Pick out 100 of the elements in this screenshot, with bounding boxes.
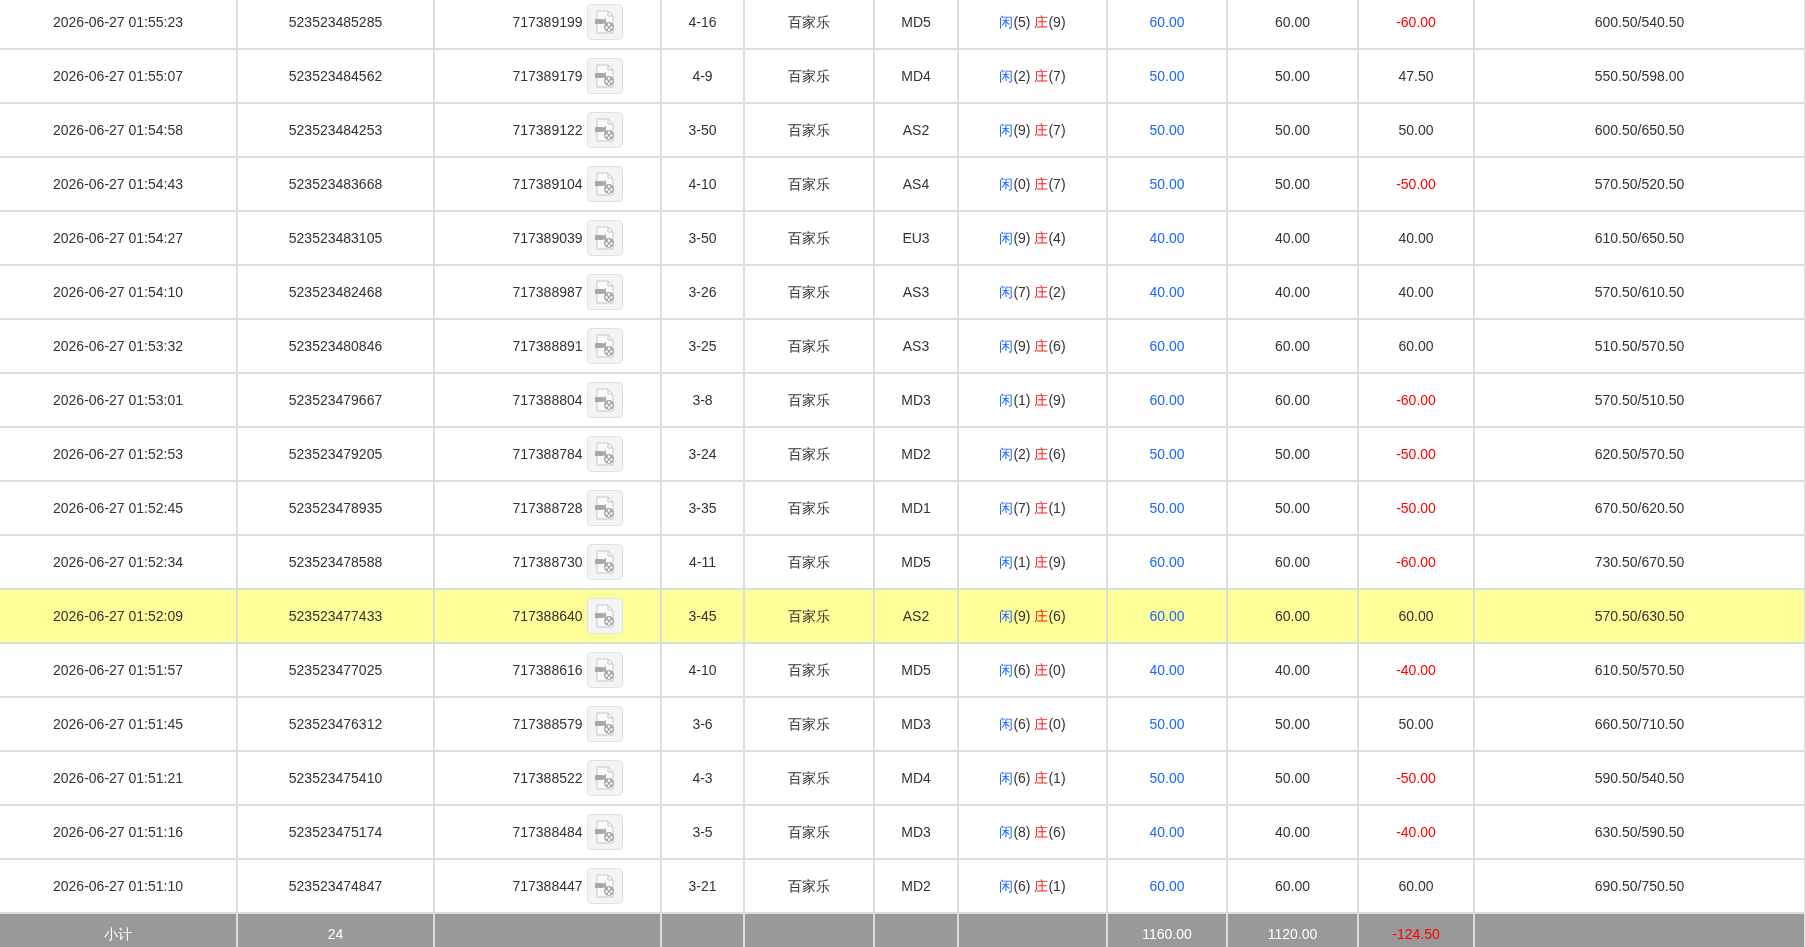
bet-amount-cell-text: 50.00	[1149, 498, 1185, 518]
valid-bet-cell-text: 60.00	[1274, 12, 1310, 32]
round-id-cell-text: 717388640	[512, 606, 583, 626]
win-loss-cell-text: -50.00	[1396, 444, 1436, 464]
video-file-icon[interactable]	[586, 436, 623, 472]
video-file-icon[interactable]	[586, 4, 623, 40]
bet-id-cell-text: 523523485285	[288, 12, 383, 32]
balance-cell-text: 610.50/570.50	[1594, 660, 1685, 680]
table-row[interactable]: 2026-06-27 01:52:45 523523478935 717388728 3-35 百家乐 MD1 闲(7) 庄(1) 50.00 50.00 -50.00 670.50/620.50	[0, 482, 1806, 536]
balance-cell-text: 570.50/520.50	[1594, 174, 1685, 194]
video-file-icon[interactable]	[586, 868, 623, 904]
balance-cell-text: 570.50/630.50	[1594, 606, 1685, 626]
valid-bet-cell-text: 60.00	[1274, 606, 1310, 626]
video-file-icon[interactable]	[586, 490, 623, 526]
video-file-icon[interactable]	[586, 652, 623, 688]
valid-bet-cell-text: 50.00	[1274, 498, 1310, 518]
table-row[interactable]: 2026-06-27 01:51:21 523523475410 717388522 4-3 百家乐 MD4 闲(6) 庄(1) 50.00 50.00 -50.00 590.50/540.50	[0, 752, 1806, 806]
table-row[interactable]: 2026-06-27 01:53:32 523523480846 717388891 3-25 百家乐 AS3 闲(9) 庄(6) 60.00 60.00 60.00 510.50/570.50	[0, 320, 1806, 374]
win-loss-cell-text: 60.00	[1398, 606, 1434, 626]
bet-id-cell-text: 523523479205	[288, 444, 383, 464]
balance-cell-text: 670.50/620.50	[1594, 498, 1685, 518]
bet-id-cell-text: 523523484562	[288, 66, 383, 86]
table-row[interactable]: 2026-06-27 01:53:01 523523479667 717388804 3-8 百家乐 MD3 闲(1) 庄(9) 60.00 60.00 -60.00 570.50/510.50	[0, 374, 1806, 428]
table-row[interactable]: 2026-06-27 01:54:10 523523482468 717388987 3-26 百家乐 AS3 闲(7) 庄(2) 40.00 40.00 40.00 570.50/610.50	[0, 266, 1806, 320]
table-row[interactable]: 2026-06-27 01:54:27 523523483105 717389039 3-50 百家乐 EU3 闲(9) 庄(4) 40.00 40.00 40.00 610.50/650.50	[0, 212, 1806, 266]
game-cell-text: 百家乐	[788, 876, 830, 896]
shoe-cell-text: 3-45	[688, 606, 717, 626]
video-file-icon[interactable]	[586, 274, 623, 310]
shoe-cell-text: 4-10	[688, 174, 717, 194]
game-cell-text: 百家乐	[788, 660, 830, 680]
video-file-icon[interactable]	[586, 544, 623, 580]
time-cell-text: 2026-06-27 01:52:34	[53, 552, 183, 572]
valid-bet-cell-text: 50.00	[1274, 768, 1310, 788]
shoe-cell-text: 3-50	[688, 120, 717, 140]
video-file-icon[interactable]	[586, 814, 623, 850]
game-result: 闲(0) 庄(7)	[999, 174, 1066, 194]
win-loss-cell-text: -60.00	[1396, 552, 1436, 572]
bet-id-cell-text: 523523478935	[288, 498, 383, 518]
table-row[interactable]: 2026-06-27 01:51:45 523523476312 717388579 3-6 百家乐 MD3 闲(6) 庄(0) 50.00 50.00 50.00 660.50/710.50	[0, 698, 1806, 752]
balance-cell-text: 620.50/570.50	[1594, 444, 1685, 464]
table-row[interactable]: 2026-06-27 01:52:34 523523478588 717388730 4-11 百家乐 MD5 闲(1) 庄(9) 60.00 60.00 -60.00 730.50/670.50	[0, 536, 1806, 590]
table-row[interactable]: 2026-06-27 01:51:10 523523474847 717388447 3-21 百家乐 MD2 闲(6) 庄(1) 60.00 60.00 60.00 690.50/750.50	[0, 860, 1806, 914]
video-file-icon[interactable]	[586, 598, 623, 634]
win-loss-cell-text: -50.00	[1396, 498, 1436, 518]
win-loss-total-cell-text: -124.50	[1392, 924, 1440, 944]
table-row[interactable]: 2026-06-27 01:55:07 523523484562 717389179 4-9 百家乐 MD4 闲(2) 庄(7) 50.00 50.00 47.50 550.50/598.00	[0, 50, 1806, 104]
bet-amount-cell-text: 50.00	[1149, 768, 1185, 788]
table-cell-text: MD3	[901, 390, 931, 410]
shoe-cell-text: 4-10	[688, 660, 717, 680]
table-cell-text: MD5	[901, 12, 931, 32]
bet-amount-cell-text: 40.00	[1149, 660, 1185, 680]
table-cell-text: MD1	[901, 498, 931, 518]
win-loss-cell-text: 40.00	[1398, 228, 1434, 248]
win-loss-cell-text: 50.00	[1398, 120, 1434, 140]
video-file-icon[interactable]	[586, 58, 623, 94]
game-cell-text: 百家乐	[788, 12, 830, 32]
game-result: 闲(9) 庄(7)	[999, 120, 1066, 140]
video-file-icon[interactable]	[586, 112, 623, 148]
bet-id-cell-text: 523523477025	[288, 660, 383, 680]
win-loss-cell-text: -60.00	[1396, 390, 1436, 410]
table-row[interactable]: 2026-06-27 01:52:09 523523477433 717388640 3-45 百家乐 AS2 闲(9) 庄(6) 60.00 60.00 60.00 570.50/630.50	[0, 590, 1806, 644]
video-file-icon[interactable]	[586, 382, 623, 418]
table-row[interactable]: 2026-06-27 01:52:53 523523479205 717388784 3-24 百家乐 MD2 闲(2) 庄(6) 50.00 50.00 -50.00 620.50/570.50	[0, 428, 1806, 482]
win-loss-cell-text: -40.00	[1396, 660, 1436, 680]
bet-amount-cell-text: 50.00	[1149, 120, 1185, 140]
balance-cell-text: 730.50/670.50	[1594, 552, 1685, 572]
video-file-icon[interactable]	[586, 328, 623, 364]
table-row[interactable]: 2026-06-27 01:54:43 523523483668 717389104 4-10 百家乐 AS4 闲(0) 庄(7) 50.00 50.00 -50.00 570.50/520.50	[0, 158, 1806, 212]
table-cell-text: MD4	[901, 768, 931, 788]
video-file-icon[interactable]	[586, 706, 623, 742]
round-id-cell-text: 717389104	[512, 174, 583, 194]
round-id-cell-text: 717388522	[512, 768, 583, 788]
game-cell-text: 百家乐	[788, 120, 830, 140]
game-result: 闲(6) 庄(1)	[999, 876, 1066, 896]
game-result: 闲(9) 庄(4)	[999, 228, 1066, 248]
table-row[interactable]: 2026-06-27 01:55:23 523523485285 717389199 4-16 百家乐 MD5 闲(5) 庄(9) 60.00 60.00 -60.00 600.50/540.50	[0, 0, 1806, 50]
time-cell-text: 2026-06-27 01:54:43	[53, 174, 183, 194]
bet-amount-cell-text: 60.00	[1149, 606, 1185, 626]
time-cell-text: 2026-06-27 01:52:45	[53, 498, 183, 518]
game-result: 闲(7) 庄(1)	[999, 498, 1066, 518]
shoe-cell-text: 3-6	[692, 714, 713, 734]
game-cell-text: 百家乐	[788, 174, 830, 194]
video-file-icon[interactable]	[586, 220, 623, 256]
video-file-icon[interactable]	[586, 760, 623, 796]
game-result: 闲(8) 庄(6)	[999, 822, 1066, 842]
bet-amount-cell-text: 60.00	[1149, 552, 1185, 572]
valid-bet-cell-text: 50.00	[1274, 174, 1310, 194]
valid-bet-cell-text: 60.00	[1274, 336, 1310, 356]
table-cell-text: AS2	[902, 120, 930, 140]
valid-bet-cell-text: 60.00	[1274, 390, 1310, 410]
time-cell-text: 2026-06-27 01:54:10	[53, 282, 183, 302]
bet-amount-cell-text: 60.00	[1149, 390, 1185, 410]
table-row[interactable]: 2026-06-27 01:54:58 523523484253 717389122 3-50 百家乐 AS2 闲(9) 庄(7) 50.00 50.00 50.00 600.50/650.50	[0, 104, 1806, 158]
video-file-icon[interactable]	[586, 166, 623, 202]
game-cell-text: 百家乐	[788, 606, 830, 626]
valid-bet-cell-text: 50.00	[1274, 444, 1310, 464]
bet-id-cell-text: 523523475410	[288, 768, 383, 788]
game-result: 闲(9) 庄(6)	[999, 606, 1066, 626]
table-row[interactable]: 2026-06-27 01:51:57 523523477025 717388616 4-10 百家乐 MD5 闲(6) 庄(0) 40.00 40.00 -40.00 610.50/570.50	[0, 644, 1806, 698]
table-row[interactable]: 2026-06-27 01:51:16 523523475174 717388484 3-5 百家乐 MD3 闲(8) 庄(6) 40.00 40.00 -40.00 630.50/590.50	[0, 806, 1806, 860]
